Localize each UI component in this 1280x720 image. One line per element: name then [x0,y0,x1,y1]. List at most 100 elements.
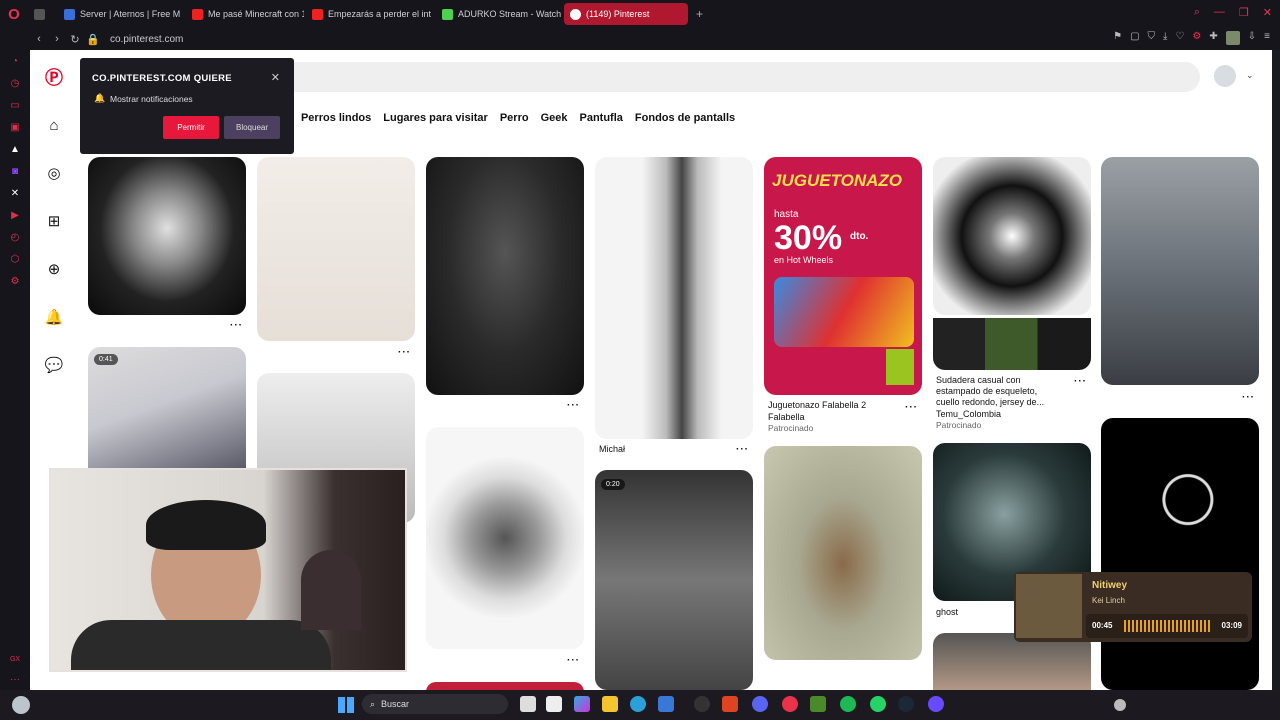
clock-icon[interactable]: ◴ [0,226,30,248]
file-icon[interactable] [546,696,562,712]
extension-icon[interactable]: ⚙ [1192,31,1201,45]
puzzle-icon[interactable]: ✚ [1209,31,1217,45]
more-options-icon[interactable]: ··· [398,347,411,358]
obs-icon[interactable] [694,696,710,712]
tab-youtube-2[interactable]: Empezarás a perder el int [306,3,434,25]
chip[interactable]: Lugares para visitar [383,112,488,124]
block-button[interactable]: Bloquear [224,116,280,139]
pin-anime-girl[interactable] [426,157,584,395]
tab-0[interactable] [28,3,56,25]
pin-brand[interactable]: Falabella [768,412,805,422]
pin-title[interactable]: Juguetonazo Falabella 2 [768,400,866,410]
aria-icon[interactable]: ◔ [0,50,30,72]
more-options-icon[interactable]: ··· [905,402,918,413]
copilot-icon[interactable] [574,696,590,712]
more-options-icon[interactable]: ··· [1242,392,1255,403]
more-icon[interactable]: ··· [0,668,30,690]
twitch-icon[interactable]: ◙ [0,160,30,182]
chip[interactable]: Fondos de pantalls [635,112,735,124]
steam-icon[interactable] [898,696,914,712]
chip[interactable]: Geek [541,112,568,124]
weather-icon[interactable] [12,696,30,714]
edge-icon[interactable] [630,696,646,712]
explore-icon[interactable]: ◎ [42,161,66,185]
kick-sidebar-icon[interactable]: ▲ [0,138,30,160]
snapshot-icon[interactable]: ▢ [1130,31,1139,45]
pin-peaky-child[interactable] [1101,157,1259,385]
whatsapp-icon[interactable] [870,696,886,712]
create-icon[interactable]: ⊕ [42,257,66,281]
task-view-icon[interactable] [520,696,536,712]
bookmark-icon[interactable]: ⚑ [1113,31,1122,45]
heart-icon[interactable]: ♡ [1175,31,1184,45]
minecraft-icon[interactable] [810,696,826,712]
taskbar-search[interactable]: ⌕ Buscar [362,694,508,714]
opera-logo-icon[interactable]: O [0,0,28,28]
player-icon[interactable]: ▶ [0,204,30,226]
close-icon[interactable]: ✕ [271,71,280,84]
store-icon[interactable] [658,696,674,712]
x-icon[interactable]: ✕ [0,182,30,204]
maximize-icon[interactable]: ❐ [1239,6,1249,19]
pinterest-logo-icon[interactable]: Ⓟ [42,65,66,89]
downloads-icon[interactable]: ⇩ [1248,31,1256,45]
chip[interactable]: Perros lindos [301,112,371,124]
avatar[interactable] [1225,31,1240,45]
minimize-icon[interactable]: — [1214,6,1225,19]
close-icon[interactable]: ✕ [1263,6,1272,19]
app-circle-icon[interactable] [928,696,944,712]
chip[interactable]: Pantufla [580,112,623,124]
download-icon[interactable]: ⤓ [1163,31,1167,45]
messenger-icon[interactable]: ▭ [0,94,30,116]
back-icon[interactable]: ‹ [30,33,48,45]
notifications-icon[interactable]: 🔔 [42,305,66,329]
chip[interactable]: Perro [500,112,529,124]
pin-skull-woman[interactable] [88,157,246,315]
playback-bar[interactable]: 00:45 03:09 [1086,614,1248,638]
pin-title[interactable]: Sudadera casual con estampado de esquele… [936,375,1058,408]
more-options-icon[interactable]: ··· [230,320,243,331]
pin-moon-space[interactable] [1101,418,1259,690]
tab-youtube-1[interactable]: Me pasé Minecraft con 1 [186,3,304,25]
opera-gx-icon[interactable] [782,696,798,712]
shield-icon[interactable]: ⛉ [1148,31,1156,45]
gx-corner-icon[interactable]: ▣ [0,116,30,138]
tab-aternos[interactable]: Server | Aternos | Free M [58,3,184,25]
profile-avatar[interactable] [1214,65,1236,87]
more-options-icon[interactable]: ··· [567,655,580,666]
reload-icon[interactable]: ↻ [66,33,84,46]
discord-icon[interactable] [752,696,768,712]
new-tab-button[interactable]: + [690,3,709,25]
pin-ear-tattoos[interactable] [257,157,415,341]
pin-sun-tattoo[interactable] [426,427,584,649]
boards-icon[interactable]: ⊞ [42,209,66,233]
pin-sweater-variants[interactable] [933,318,1091,370]
pin-ad-falabella[interactable]: JUGUETONAZO hasta 30% dto. en Hot Wheels [764,157,922,395]
pin-skeleton-sweater[interactable] [933,157,1091,315]
home-icon[interactable]: ⌂ [42,113,66,137]
tab-kick[interactable]: ADURKO Stream - Watch [436,3,562,25]
pin-arm-tattoo[interactable] [595,157,753,439]
spotify-icon[interactable] [840,696,856,712]
search-icon[interactable]: ⌕ [1194,6,1200,19]
file-explorer-icon[interactable] [602,696,618,712]
pin-title[interactable]: Michał [599,444,625,454]
history-icon[interactable]: ◷ [0,72,30,94]
url-field[interactable]: co.pinterest.com [110,34,183,45]
messages-icon[interactable]: 💬 [42,353,66,377]
pin-brand[interactable]: Temu_Colombia [936,409,1001,419]
cube-icon[interactable]: ⬡ [0,248,30,270]
windows-start-icon[interactable] [338,697,354,713]
pin-title[interactable]: ghost [936,607,958,617]
more-options-icon[interactable]: ··· [736,444,749,455]
tab-pinterest[interactable]: (1149) Pinterest [564,3,688,25]
pin-video-robot-arm[interactable]: 0:20 [595,470,753,690]
settings-icon[interactable]: ⚙ [0,270,30,292]
forward-icon[interactable]: › [48,33,66,45]
allow-button[interactable]: Permitir [163,116,219,139]
more-options-icon[interactable]: ··· [567,400,580,411]
tray-discord-icon[interactable] [1114,699,1126,711]
app-icon[interactable] [722,696,738,712]
pin-red-card[interactable] [426,682,584,690]
menu-icon[interactable]: ≡ [1264,31,1270,45]
